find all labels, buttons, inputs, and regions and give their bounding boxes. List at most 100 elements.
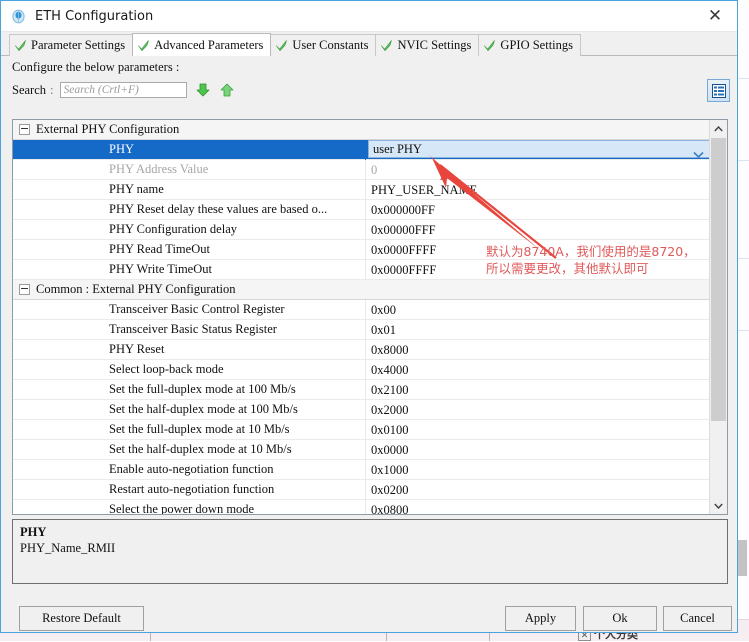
table-row-transceiver-basic-control-register[interactable]: Transceiver Basic Control Register 0x00 [13,299,710,320]
row-value-cell: 0x0800 [365,499,710,514]
title-bar: ETH Configuration ✕ [1,1,737,32]
row-label-cell: PHY Write TimeOut [13,262,365,277]
row-value-cell: 0x4000 [365,359,710,380]
tab-user-constants[interactable]: User Constants [270,34,377,56]
row-label: PHY Reset [109,342,165,356]
row-label-cell: Set the half-duplex mode at 100 Mb/s [13,402,365,417]
green-check-icon [380,39,393,52]
row-label: Set the half-duplex mode at 10 Mb/s [109,442,292,456]
list-view-icon[interactable] [707,79,730,102]
tab-bar: Parameter Settings Advanced Parameters U… [1,32,737,56]
annotation-line-1: 默认为8740A，我们使用的是8720， [486,244,696,259]
table-group-row[interactable]: External PHY Configuration [13,120,710,140]
group-label: External PHY Configuration [36,122,180,136]
group-value-cell [365,120,710,140]
tab-label: GPIO Settings [500,38,573,52]
row-label: Transceiver Basic Control Register [109,302,285,316]
app-icon [11,9,26,24]
row-value-cell: 0x1000 [365,459,710,480]
row-label-cell: PHY Read TimeOut [13,242,365,257]
collapse-icon[interactable] [19,284,30,295]
row-label: PHY Address Value [109,162,209,176]
group-value-cell [365,280,710,300]
table-row-half-duplex-10[interactable]: Set the half-duplex mode at 10 Mb/s 0x00… [13,439,710,460]
window-title: ETH Configuration [35,8,154,24]
green-up-arrow-icon[interactable] [219,82,235,98]
green-check-icon [275,39,288,52]
scroll-up-icon[interactable] [710,120,727,137]
row-label-cell: Enable auto-negotiation function [13,462,365,477]
row-value-cell[interactable]: user PHY [365,139,710,160]
group-label-cell: External PHY Configuration [13,122,365,137]
grid-vertical-scrollbar[interactable] [709,120,727,514]
tab-advanced-parameters[interactable]: Advanced Parameters [132,33,272,56]
row-value-cell: 0x2000 [365,399,710,420]
green-check-icon [483,39,496,52]
row-value-cell: 0x8000 [365,339,710,360]
scrollbar-thumb[interactable] [711,138,726,421]
row-label-cell: Set the half-duplex mode at 10 Mb/s [13,442,365,457]
description-panel: PHY PHY_Name_RMII [12,519,728,584]
table-row-full-duplex-10[interactable]: Set the full-duplex mode at 10 Mb/s 0x01… [13,419,710,440]
table-row-enable-auto-negotiation[interactable]: Enable auto-negotiation function 0x1000 [13,459,710,480]
cancel-button[interactable]: Cancel [663,606,732,631]
group-label-cell: Common : External PHY Configuration [13,282,365,297]
row-label-cell: Select the power down mode [13,502,365,514]
table-row-phy-configuration-delay[interactable]: PHY Configuration delay 0x00000FFF [13,219,710,240]
tab-parameter-settings[interactable]: Parameter Settings [9,34,134,56]
collapse-icon[interactable] [19,124,30,135]
table-row-phy-name[interactable]: PHY name PHY_USER_NAME [13,179,710,200]
row-label: Transceiver Basic Status Register [109,322,277,336]
green-check-icon [137,39,150,52]
scroll-down-icon[interactable] [710,497,727,514]
row-label: PHY Read TimeOut [109,242,210,256]
row-label: Select loop-back mode [109,362,224,376]
table-row-select-loop-back-mode[interactable]: Select loop-back mode 0x4000 [13,359,710,380]
row-label-cell: Transceiver Basic Status Register [13,322,365,337]
row-label: PHY [109,142,135,156]
row-label-cell: PHY Configuration delay [13,222,365,237]
green-down-arrow-icon[interactable] [195,82,211,98]
table-group-row[interactable]: Common : External PHY Configuration [13,280,710,300]
table-row-select-power-down-mode[interactable]: Select the power down mode 0x0800 [13,499,710,514]
table-row-phy-reset-delay[interactable]: PHY Reset delay these values are based o… [13,199,710,220]
search-row: Search : [1,77,737,103]
instruction-text: Configure the below parameters : [12,60,180,74]
eth-configuration-dialog: ETH Configuration ✕ Parameter Settings A… [0,0,738,633]
row-label-cell: Set the full-duplex mode at 100 Mb/s [13,382,365,397]
table-row-transceiver-basic-status-register[interactable]: Transceiver Basic Status Register 0x01 [13,319,710,340]
table-row-phy-address-value[interactable]: PHY Address Value 0 [13,159,710,180]
chevron-down-icon[interactable] [693,145,704,160]
apply-button[interactable]: Apply [505,606,576,631]
search-input[interactable] [59,82,187,98]
table-row-restart-auto-negotiation[interactable]: Restart auto-negotiation function 0x0200 [13,479,710,500]
row-value-cell: 0x0100 [365,419,710,440]
table-row-half-duplex-100[interactable]: Set the half-duplex mode at 100 Mb/s 0x2… [13,399,710,420]
row-label-cell: Select loop-back mode [13,362,365,377]
row-label-cell: Restart auto-negotiation function [13,482,365,497]
phy-combo-value: user PHY [373,141,422,156]
ok-button[interactable]: Ok [583,606,657,631]
row-label: Set the half-duplex mode at 100 Mb/s [109,402,298,416]
row-label-cell: PHY Address Value [13,162,365,177]
table-row-phy-reset[interactable]: PHY Reset 0x8000 [13,339,710,360]
row-label-cell: Transceiver Basic Control Register [13,302,365,317]
background-scrollbar-thumb[interactable] [738,540,747,576]
green-check-icon [14,39,27,52]
row-label: Restart auto-negotiation function [109,482,275,496]
row-label-cell: PHY name [13,182,365,197]
description-title: PHY [20,525,47,539]
row-value-cell: 0x00 [365,299,710,320]
row-label: Enable auto-negotiation function [109,462,274,476]
close-icon[interactable]: ✕ [693,1,737,31]
parameters-grid: External PHY Configuration PHY user PHY [12,119,728,515]
row-label: PHY name [109,182,164,196]
table-row-full-duplex-100[interactable]: Set the full-duplex mode at 100 Mb/s 0x2… [13,379,710,400]
phy-combo-box[interactable]: user PHY [368,139,710,160]
tab-gpio-settings[interactable]: GPIO Settings [478,34,581,56]
restore-default-button[interactable]: Restore Default [19,606,144,631]
table-row-phy[interactable]: PHY user PHY [13,139,710,160]
tab-nvic-settings[interactable]: NVIC Settings [375,34,480,56]
row-label: Set the full-duplex mode at 100 Mb/s [109,382,296,396]
row-label-cell: PHY Reset delay these values are based o… [13,202,365,217]
